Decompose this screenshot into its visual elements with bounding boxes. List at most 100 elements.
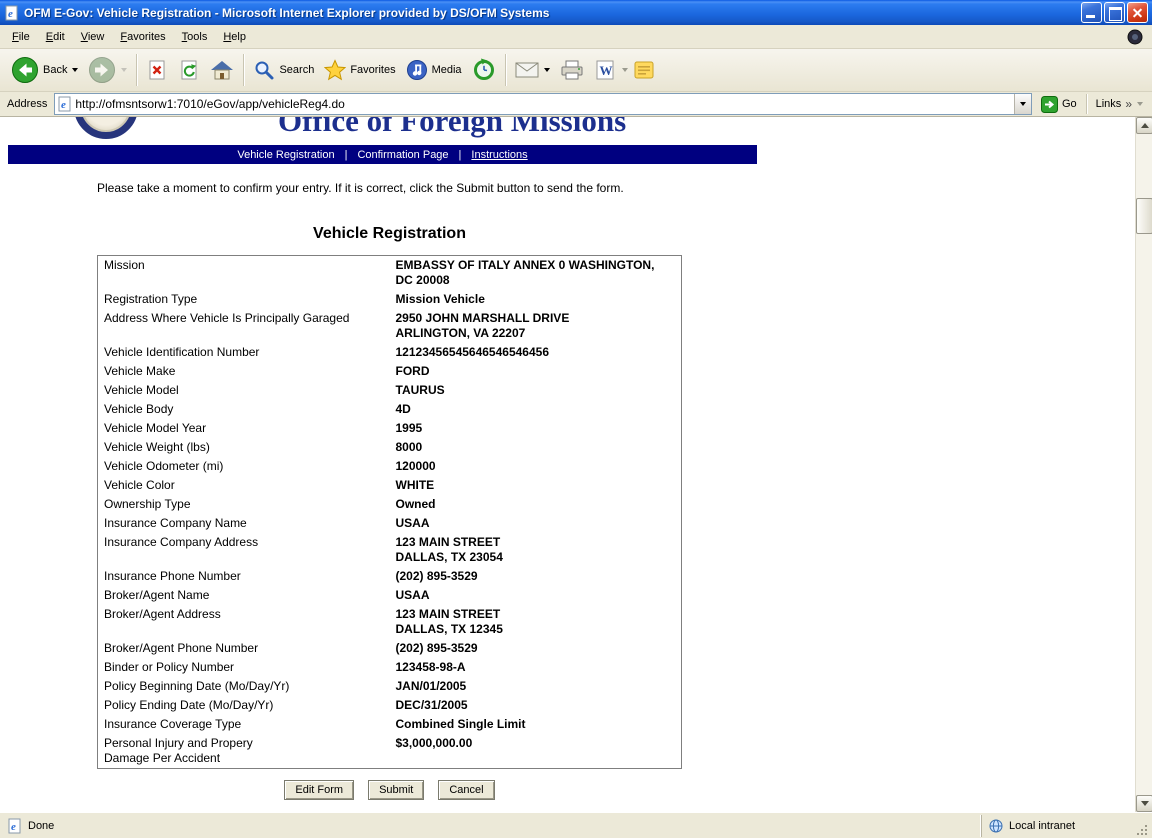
nav-instructions-link[interactable]: Instructions [471,149,527,161]
field-label: Mission [98,256,390,291]
address-input-box[interactable]: e [54,93,1032,115]
field-value: USAA [390,514,682,533]
scroll-down-button[interactable] [1136,795,1152,812]
page-favicon: e [58,96,72,112]
table-row: Vehicle Identification Number 1212345654… [98,343,682,362]
edit-with-word-button[interactable]: W [589,56,621,84]
field-label: Broker/Agent Address [98,605,390,639]
discuss-button[interactable] [628,56,660,84]
table-row: Broker/Agent Address 123 MAIN STREET DAL… [98,605,682,639]
nav-separator: | [345,149,348,161]
ie-document-icon: e [4,5,20,21]
print-button[interactable] [555,56,589,84]
intranet-zone-icon [988,819,1004,833]
field-label: Vehicle Weight (lbs) [98,438,390,457]
media-button[interactable]: Media [401,56,467,84]
search-label: Search [279,64,314,76]
edit-form-button[interactable]: Edit Form [284,780,354,800]
field-value: 2950 JOHN MARSHALL DRIVE ARLINGTON, VA 2… [390,309,682,343]
word-icon: W [594,59,616,81]
search-button[interactable]: Search [248,56,319,84]
status-text: Done [28,820,54,832]
address-bar: Address e Go Links » [0,92,1152,117]
go-icon [1041,96,1058,113]
submit-button[interactable]: Submit [368,780,424,800]
resize-grip[interactable] [1133,815,1149,837]
address-dropdown-button[interactable] [1014,94,1031,114]
home-button[interactable] [205,56,239,84]
media-label: Media [432,64,462,76]
nav-confirmation-page[interactable]: Confirmation Page [357,149,448,161]
mail-button[interactable] [510,58,555,82]
field-label: Broker/Agent Name [98,586,390,605]
table-row: Insurance Coverage Type Combined Single … [98,715,682,734]
address-input[interactable] [72,97,1014,111]
nav-vehicle-registration[interactable]: Vehicle Registration [237,149,334,161]
menu-item[interactable]: Tools [174,26,216,48]
table-row: Vehicle Odometer (mi) 120000 [98,457,682,476]
history-icon [472,58,496,82]
table-row: Vehicle Make FORD [98,362,682,381]
field-label: Vehicle Identification Number [98,343,390,362]
home-icon [210,59,234,81]
scroll-up-button[interactable] [1136,117,1152,134]
arrow-down-icon [1141,801,1149,806]
cancel-button[interactable]: Cancel [438,780,494,800]
edit-dropdown-icon[interactable] [622,68,628,72]
vertical-scrollbar[interactable] [1135,117,1152,812]
svg-text:e: e [61,99,66,111]
minimize-button[interactable] [1081,2,1102,23]
maximize-button[interactable] [1104,2,1125,23]
arrow-up-icon [1141,123,1149,128]
field-value: Mission Vehicle [390,290,682,309]
favorites-button[interactable]: Favorites [319,56,400,84]
links-button[interactable]: Links » [1092,97,1147,111]
scroll-thumb[interactable] [1136,198,1152,234]
security-zone-panel: Local intranet [981,815,1133,837]
svg-text:W: W [599,63,612,78]
table-row: Broker/Agent Name USAA [98,586,682,605]
titlebar[interactable]: e OFM E-Gov: Vehicle Registration - Micr… [0,0,1152,25]
menubar-right [1122,28,1148,46]
status-left-panel: e Done [3,815,981,837]
zone-text: Local intranet [1009,820,1075,832]
svg-text:e: e [8,8,13,20]
nav-separator: | [459,149,462,161]
field-label: Insurance Coverage Type [98,715,390,734]
forward-button[interactable] [83,53,132,87]
intro-text: Please take a moment to confirm your ent… [97,181,624,195]
links-dropdown-icon[interactable] [1137,102,1143,106]
confirmation-table-body: Mission EMBASSY OF ITALY ANNEX 0 WASHING… [98,256,682,769]
field-label: Insurance Phone Number [98,567,390,586]
menu-item[interactable]: Help [215,26,254,48]
table-row: Personal Injury and Propery Damage Per A… [98,734,682,769]
menu-item[interactable]: File [4,26,38,48]
menubar: File Edit View Favorites Tools Help [0,25,1152,49]
menu-item[interactable]: View [73,26,113,48]
page-nav-bar: Vehicle Registration | Confirmation Page… [8,145,757,164]
go-button[interactable]: Go [1037,96,1081,113]
field-value: 123458-98-A [390,658,682,677]
stop-icon [146,59,168,81]
page-heading: Vehicle Registration [97,225,682,243]
back-dropdown-icon[interactable] [72,68,78,72]
menu-item[interactable]: Edit [38,26,73,48]
field-value: FORD [390,362,682,381]
close-button[interactable] [1127,2,1148,23]
refresh-button[interactable] [173,56,205,84]
field-value: $3,000,000.00 [390,734,682,769]
field-label: Policy Ending Date (Mo/Day/Yr) [98,696,390,715]
window-title: OFM E-Gov: Vehicle Registration - Micros… [24,6,1081,20]
history-button[interactable] [467,55,501,85]
stop-button[interactable] [141,56,173,84]
forward-dropdown-icon[interactable] [121,68,127,72]
table-row: Broker/Agent Phone Number (202) 895-3529 [98,639,682,658]
menu-item[interactable]: Favorites [112,26,173,48]
back-button[interactable]: Back [6,53,83,87]
mail-dropdown-icon[interactable] [544,68,550,72]
field-label: Vehicle Model [98,381,390,400]
forward-icon [88,56,116,84]
field-label: Insurance Company Name [98,514,390,533]
back-label: Back [43,64,67,76]
field-value: JAN/01/2005 [390,677,682,696]
